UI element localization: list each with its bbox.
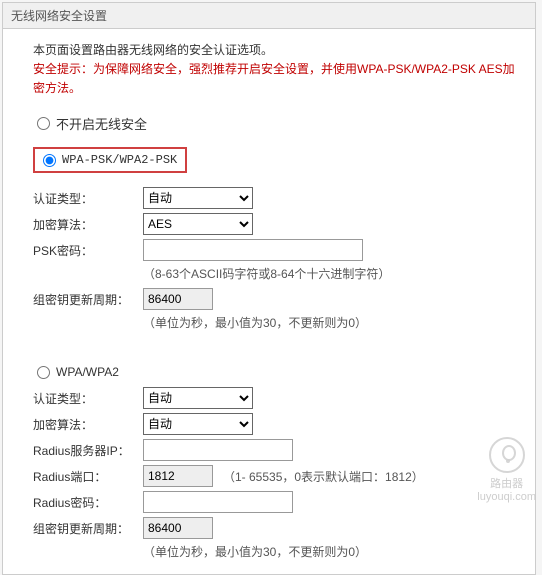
psk-enc-select[interactable]: AES [143,213,253,235]
radius-port-row: Radius端口： （1- 65535，0表示默认端口：1812） [33,465,519,487]
wpa-auth-label: 认证类型： [33,390,143,407]
radio-no-security-label: 不开启无线安全 [56,114,147,133]
intro-text: 本页面设置路由器无线网络的安全认证选项。 [33,41,519,58]
panel-title: 无线网络安全设置 [3,3,535,29]
watermark: 路由器 luyouqi.com [477,437,536,503]
watermark-line2: luyouqi.com [477,491,536,503]
radio-wpa-label: WPA/WPA2 [56,365,119,379]
psk-password-row: PSK密码： [33,239,519,261]
radius-ip-label: Radius服务器IP： [33,442,143,459]
radio-wpapsk[interactable]: WPA-PSK/WPA2-PSK [33,147,187,173]
psk-rekey-input[interactable] [143,288,213,310]
psk-enc-label: 加密算法： [33,216,143,233]
settings-panel: 无线网络安全设置 本页面设置路由器无线网络的安全认证选项。 安全提示：为保障网络… [2,2,536,575]
psk-auth-select[interactable]: 自动 [143,187,253,209]
security-warning: 安全提示：为保障网络安全，强烈推荐开启安全设置，并使用WPA-PSK/WPA2-… [33,60,519,98]
psk-auth-row: 认证类型： 自动 [33,187,519,209]
router-icon [489,437,525,473]
wpa-enc-select[interactable]: 自动 [143,413,253,435]
radius-pwd-row: Radius密码： [33,491,519,513]
wpa-auth-row: 认证类型： 自动 [33,387,519,409]
radius-pwd-input[interactable] [143,491,293,513]
panel-content: 本页面设置路由器无线网络的安全认证选项。 安全提示：为保障网络安全，强烈推荐开启… [3,29,535,574]
radio-wpa[interactable]: WPA/WPA2 [33,363,519,381]
radio-no-security-input[interactable] [37,117,50,130]
wpa-rekey-label: 组密钥更新周期： [33,520,143,537]
radio-no-security[interactable]: 不开启无线安全 [33,112,519,135]
psk-rekey-label: 组密钥更新周期： [33,291,143,308]
psk-password-label: PSK密码： [33,242,143,259]
radius-ip-row: Radius服务器IP： [33,439,519,461]
wpa-rekey-input[interactable] [143,517,213,539]
radio-wpapsk-label: WPA-PSK/WPA2-PSK [62,153,177,167]
radius-port-label: Radius端口： [33,468,143,485]
psk-password-hint: （8-63个ASCII码字符或8-64个十六进制字符） [143,265,519,282]
psk-auth-label: 认证类型： [33,190,143,207]
psk-rekey-hint: （单位为秒，最小值为30，不更新则为0） [143,314,519,331]
psk-rekey-row: 组密钥更新周期： [33,288,519,310]
psk-enc-row: 加密算法： AES [33,213,519,235]
wpa-auth-select[interactable]: 自动 [143,387,253,409]
wpa-enc-label: 加密算法： [33,416,143,433]
wpa-rekey-row: 组密钥更新周期： [33,517,519,539]
radio-wpapsk-input[interactable] [43,154,56,167]
radio-wpa-input[interactable] [37,366,50,379]
radius-pwd-label: Radius密码： [33,494,143,511]
wpa-enc-row: 加密算法： 自动 [33,413,519,435]
psk-password-input[interactable] [143,239,363,261]
radius-ip-input[interactable] [143,439,293,461]
radius-port-input[interactable] [143,465,213,487]
watermark-line1: 路由器 [477,475,536,491]
radius-port-hint: （1- 65535，0表示默认端口：1812） [223,468,424,485]
wpa-rekey-hint: （单位为秒，最小值为30，不更新则为0） [143,543,519,560]
